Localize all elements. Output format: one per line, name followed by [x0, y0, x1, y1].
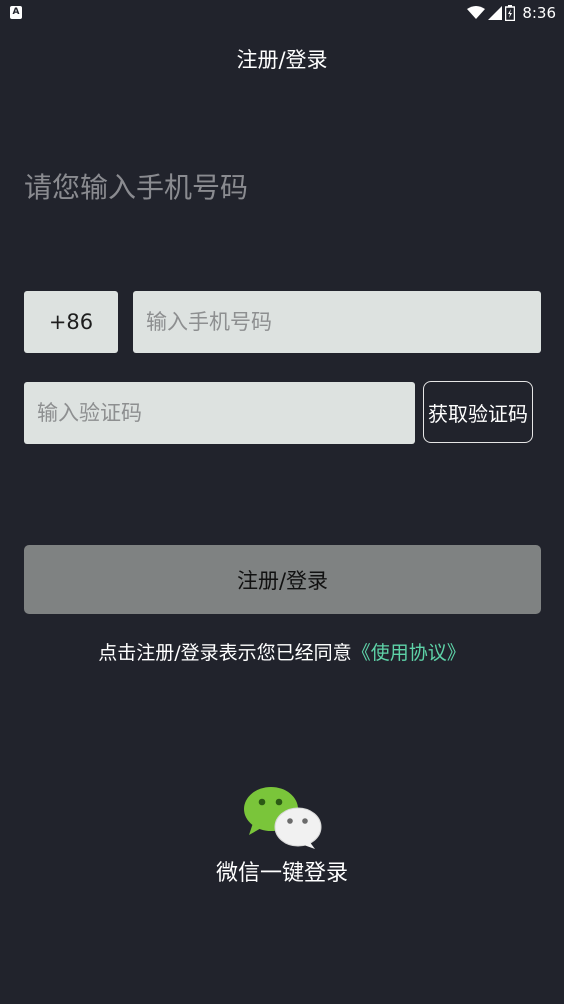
- agreement-notice: 点击注册/登录表示您已经同意《使用协议》: [0, 639, 564, 667]
- notification-a-icon: A: [10, 6, 22, 19]
- wechat-icon[interactable]: [243, 785, 323, 849]
- signal-icon: [488, 6, 503, 20]
- register-login-button[interactable]: 注册/登录: [24, 545, 541, 614]
- battery-icon: [505, 5, 516, 21]
- country-code-selector[interactable]: +86: [24, 291, 118, 353]
- phone-input[interactable]: [133, 291, 541, 353]
- terms-link[interactable]: 《使用协议》: [352, 642, 466, 664]
- wifi-icon: [467, 6, 486, 19]
- verification-code-input[interactable]: [24, 382, 415, 444]
- page-title: 注册/登录: [236, 48, 328, 72]
- status-bar: A 8:36: [0, 0, 564, 26]
- status-time: 8:36: [522, 4, 556, 22]
- status-icons: 8:36: [467, 3, 556, 23]
- wechat-login-label[interactable]: 微信一键登录: [0, 857, 564, 891]
- phone-prompt: 请您输入手机号码: [24, 171, 249, 204]
- agreement-text: 点击注册/登录表示您已经同意: [98, 642, 352, 664]
- get-code-button[interactable]: 获取验证码: [423, 381, 533, 443]
- login-screen: A 8:36 注册/登录 请您输入手机号码 +86 获取验证码 注册/登录 点击…: [0, 0, 564, 1004]
